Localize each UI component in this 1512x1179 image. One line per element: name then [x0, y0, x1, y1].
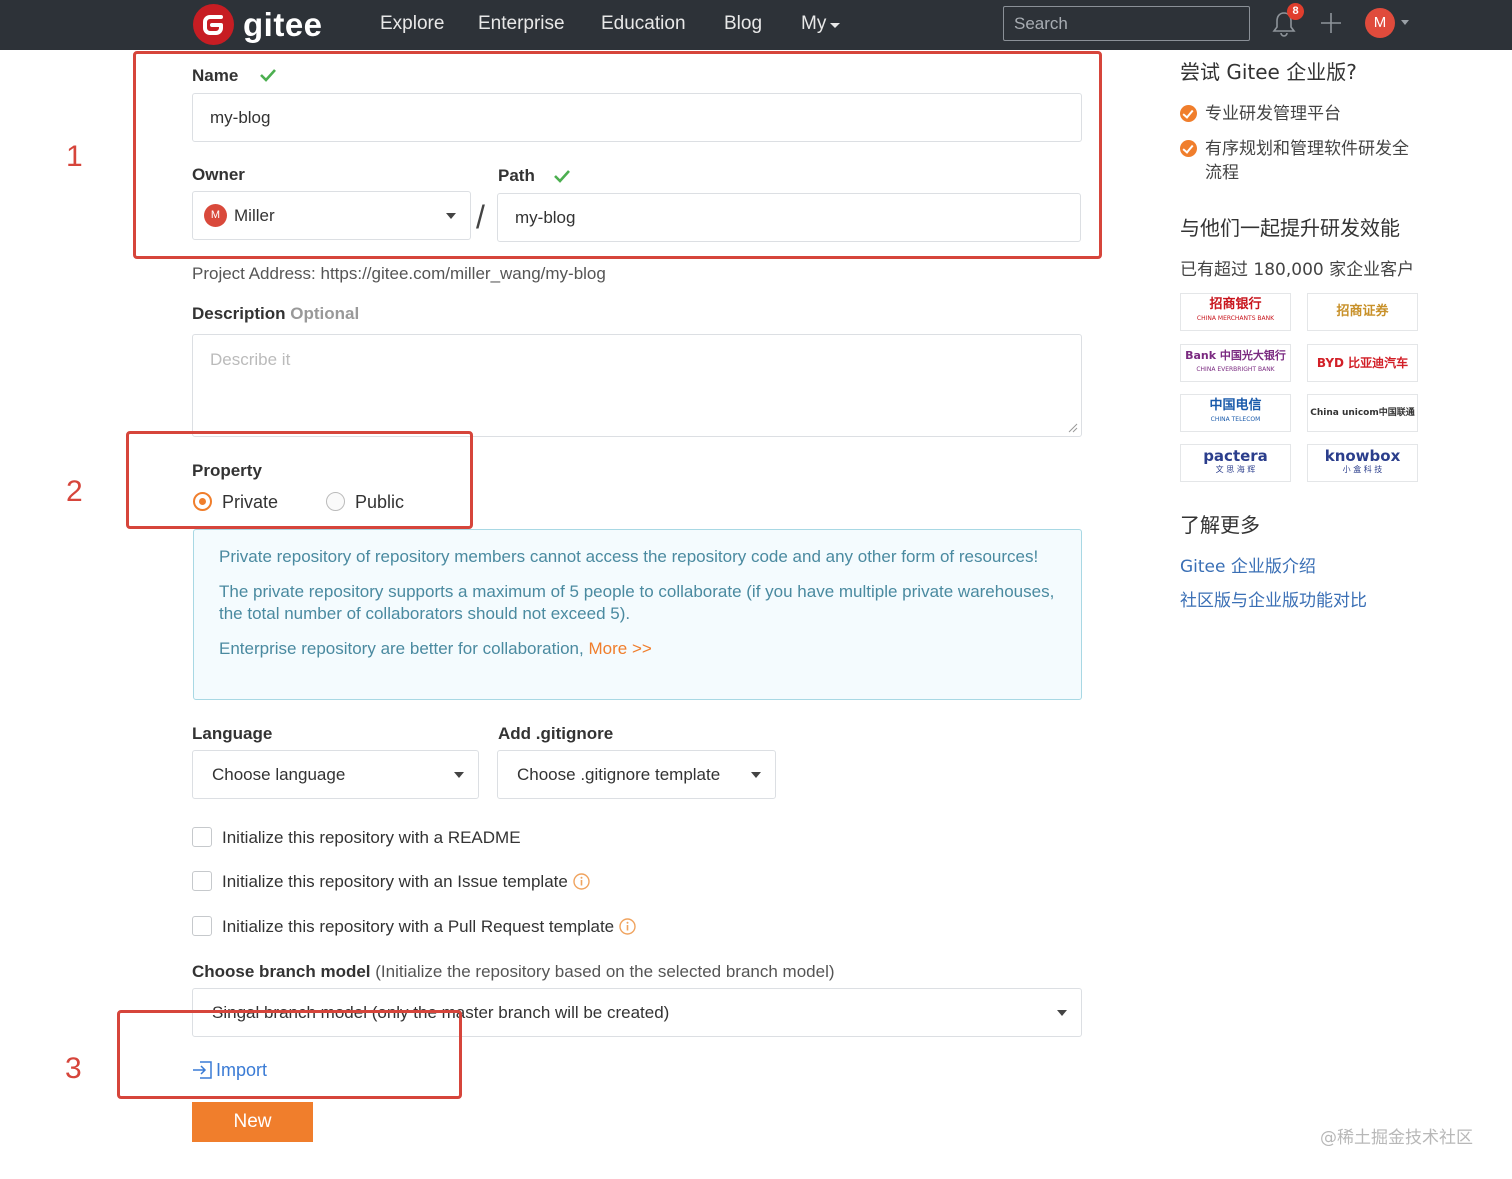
feature-item: 专业研发管理平台	[1180, 102, 1420, 126]
customer-logo-name: China unicom中国联通	[1310, 408, 1415, 418]
annotation-number-3: 3	[65, 1052, 82, 1085]
private-info-box: Private repository of repository members…	[193, 529, 1082, 700]
customer-logo-sub: CHINA EVERBRIGHT BANK	[1196, 366, 1275, 373]
pr-template-checkbox[interactable]	[192, 916, 212, 936]
enterprise-try-title: 尝试 Gitee 企业版?	[1180, 60, 1357, 84]
readme-checkbox-label[interactable]: Initialize this repository with a README	[222, 827, 521, 849]
user-avatar[interactable]: M	[1365, 8, 1395, 38]
issue-template-checkbox[interactable]	[192, 871, 212, 891]
info-line-2: The private repository supports a maximu…	[219, 582, 1055, 623]
customer-logo: 招商证券	[1307, 293, 1418, 331]
top-navbar: gitee Explore Enterprise Education Blog …	[0, 0, 1512, 50]
check-circle-icon	[1180, 105, 1197, 122]
customer-logo-name: 招商银行	[1209, 297, 1262, 312]
customer-logo: knowbox 小 盒 科 技	[1307, 444, 1418, 482]
gitignore-value: Choose .gitignore template	[517, 765, 721, 784]
readme-checkbox[interactable]	[192, 827, 212, 847]
customer-logo-name: knowbox	[1324, 447, 1401, 465]
language-label: Language	[192, 724, 273, 743]
annotation-number-1: 1	[66, 140, 83, 173]
learn-more-title: 了解更多	[1180, 513, 1260, 537]
search-input[interactable]	[1003, 6, 1250, 41]
nav-education[interactable]: Education	[601, 12, 686, 36]
description-label-text: Description	[192, 304, 286, 323]
feature-text: 专业研发管理平台	[1205, 104, 1341, 124]
gitignore-select[interactable]: Choose .gitignore template	[497, 750, 776, 799]
pr-template-row[interactable]: Initialize this repository with a Pull R…	[222, 916, 636, 938]
description-placeholder: Describe it	[210, 350, 291, 369]
info-icon[interactable]	[619, 918, 636, 935]
customer-logo: pactera 文 思 海 辉	[1180, 444, 1291, 482]
notification-badge: 8	[1287, 3, 1304, 20]
edition-compare-link[interactable]: 社区版与企业版功能对比	[1180, 590, 1367, 612]
annotation-box-2	[126, 431, 473, 529]
feature-text: 有序规划和管理软件研发全流程	[1205, 139, 1409, 183]
customer-logo: 招商银行 CHINA MERCHANTS BANK	[1180, 293, 1291, 331]
customer-logo-name: BYD 比亚迪汽车	[1316, 356, 1409, 370]
info-line-1: Private repository of repository members…	[219, 547, 1039, 566]
issue-template-checkbox-label: Initialize this repository with an Issue…	[222, 872, 568, 891]
customer-logo: 中国电信 CHINA TELECOM	[1180, 394, 1291, 432]
description-label: Description Optional	[192, 303, 359, 325]
issue-template-row[interactable]: Initialize this repository with an Issue…	[222, 871, 590, 893]
resize-handle-icon[interactable]	[1068, 423, 1078, 433]
language-select[interactable]: Choose language	[192, 750, 479, 799]
nav-my-menu[interactable]: My	[801, 12, 841, 36]
gitee-logo-icon	[193, 4, 234, 45]
plus-icon[interactable]	[1320, 12, 1342, 34]
annotation-box-1	[133, 51, 1102, 259]
nav-my-label: My	[801, 13, 827, 34]
info-line-3-text: Enterprise repository are better for col…	[219, 639, 584, 658]
customer-logo-sub: 文 思 海 辉	[1215, 465, 1256, 474]
brand-name: gitee	[243, 5, 323, 43]
customer-logo: BYD 比亚迪汽车	[1307, 344, 1418, 382]
together-title: 与他们一起提升研发效能	[1180, 216, 1400, 240]
gitignore-label: Add .gitignore	[498, 724, 614, 743]
pr-template-checkbox-label: Initialize this repository with a Pull R…	[222, 917, 615, 936]
annotation-number-2: 2	[66, 475, 83, 508]
customer-logo: China unicom中国联通	[1307, 394, 1418, 432]
customer-logo-sub: CHINA MERCHANTS BANK	[1196, 315, 1275, 322]
chevron-down-icon	[751, 772, 761, 778]
customer-logo-sub: 小 盒 科 技	[1342, 465, 1383, 474]
customer-logo: Bank 中国光大银行 CHINA EVERBRIGHT BANK	[1180, 344, 1291, 382]
branch-model-hint: (Initialize the repository based on the …	[375, 962, 835, 981]
chevron-down-icon	[830, 23, 841, 28]
customer-logo-sub: CHINA TELECOM	[1210, 416, 1261, 423]
description-textarea[interactable]: Describe it	[192, 334, 1082, 437]
chevron-down-icon	[1057, 1010, 1067, 1016]
chevron-down-icon	[454, 772, 464, 778]
new-repo-button[interactable]: New	[192, 1102, 313, 1142]
customer-logo-name: 招商证券	[1336, 304, 1389, 319]
customer-logo-name: Bank 中国光大银行	[1185, 349, 1286, 362]
feature-item: 有序规划和管理软件研发全流程	[1180, 137, 1420, 185]
chevron-down-icon[interactable]	[1401, 20, 1409, 25]
gitee-logo[interactable]: gitee	[193, 4, 323, 45]
nav-blog[interactable]: Blog	[724, 12, 762, 36]
branch-model-label: Choose branch model (Initialize the repo…	[192, 961, 835, 983]
more-link[interactable]: More >>	[588, 639, 651, 658]
info-icon[interactable]	[573, 873, 590, 890]
customer-logo-name: pactera	[1203, 447, 1268, 465]
annotation-box-3	[117, 1010, 462, 1099]
branch-model-label-text: Choose branch model	[192, 962, 371, 981]
description-optional: Optional	[290, 304, 360, 323]
check-circle-icon	[1180, 140, 1197, 157]
nav-enterprise[interactable]: Enterprise	[478, 12, 565, 36]
nav-explore[interactable]: Explore	[380, 12, 444, 36]
info-line-3: Enterprise repository are better for col…	[219, 638, 1056, 660]
project-address: Project Address: https://gitee.com/mille…	[192, 264, 606, 283]
language-value: Choose language	[212, 765, 346, 784]
customer-logo-name: 中国电信	[1209, 398, 1262, 413]
enterprise-intro-link[interactable]: Gitee 企业版介绍	[1180, 556, 1316, 578]
customer-count: 已有超过 180,000 家企业客户	[1180, 260, 1415, 280]
watermark: @稀土掘金技术社区	[1320, 1128, 1473, 1148]
